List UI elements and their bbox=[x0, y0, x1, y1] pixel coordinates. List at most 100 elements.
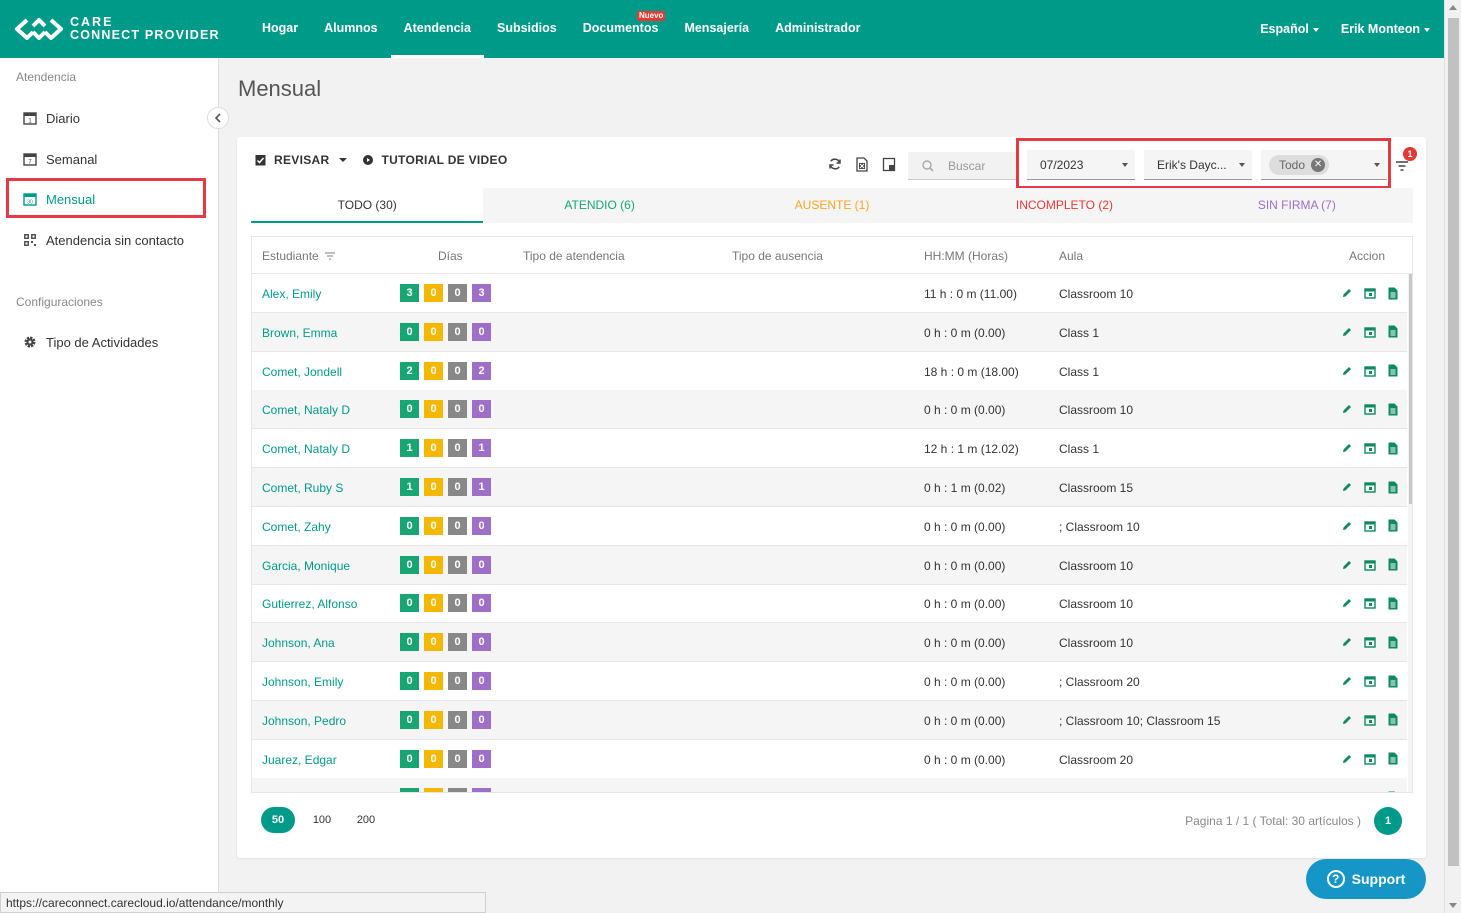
table-row: Gutierrez, Alfonso 0 0 0 0 0 h : 0 m (0.00) Cl… bbox=[252, 584, 1407, 624]
edit-icon[interactable] bbox=[1339, 324, 1355, 340]
student-name-link[interactable]: Garcia, Monique bbox=[262, 559, 350, 573]
header-student[interactable]: Estudiante bbox=[262, 249, 336, 263]
edit-icon[interactable] bbox=[1339, 518, 1355, 534]
student-name-link[interactable]: Comet, Nataly D bbox=[262, 442, 350, 456]
document-icon[interactable] bbox=[1385, 440, 1401, 456]
export-pdf-icon[interactable] bbox=[877, 155, 901, 173]
document-icon[interactable] bbox=[1385, 712, 1401, 728]
brand-logo[interactable]: CARE CONNECT PROVIDER bbox=[14, 14, 220, 44]
page-size-100[interactable]: 100 bbox=[305, 807, 339, 833]
hours-value: 0 h : 0 m (0.00) bbox=[924, 403, 1006, 418]
calendar-icon[interactable] bbox=[1362, 285, 1378, 301]
language-dropdown[interactable]: Español bbox=[1260, 22, 1319, 36]
document-icon[interactable] bbox=[1385, 557, 1401, 573]
calendar-icon[interactable] bbox=[1362, 324, 1378, 340]
edit-icon[interactable] bbox=[1339, 440, 1355, 456]
document-icon[interactable] bbox=[1385, 634, 1401, 650]
calendar-icon[interactable] bbox=[1362, 712, 1378, 728]
page-size-200[interactable]: 200 bbox=[349, 807, 383, 833]
nav-alumnos[interactable]: Alumnos bbox=[311, 0, 390, 58]
refresh-icon[interactable] bbox=[823, 155, 847, 173]
edit-icon[interactable] bbox=[1339, 673, 1355, 689]
document-icon[interactable] bbox=[1385, 751, 1401, 767]
document-icon[interactable] bbox=[1385, 479, 1401, 495]
document-icon[interactable] bbox=[1385, 401, 1401, 417]
edit-icon[interactable] bbox=[1339, 595, 1355, 611]
nav-subsidios[interactable]: Subsidios bbox=[484, 0, 570, 58]
document-icon[interactable] bbox=[1385, 285, 1401, 301]
search-input[interactable]: Buscar bbox=[908, 152, 1016, 180]
calendar-icon[interactable] bbox=[1362, 518, 1378, 534]
edit-icon[interactable] bbox=[1339, 634, 1355, 650]
calendar-icon[interactable] bbox=[1362, 673, 1378, 689]
student-name-link[interactable]: Alex, Emily bbox=[262, 287, 321, 301]
page-scrollbar[interactable] bbox=[1444, 0, 1461, 913]
sidebar-item-sin-contacto[interactable]: Atendencia sin contacto bbox=[22, 228, 184, 252]
sidebar-item-tipo-actividades[interactable]: Tipo de Actividades bbox=[22, 330, 158, 354]
student-name-link[interactable]: Johnson, Ana bbox=[262, 636, 335, 650]
scrollbar-thumb[interactable] bbox=[1409, 274, 1412, 504]
edit-icon[interactable] bbox=[1339, 751, 1355, 767]
nav-documentos[interactable]: Documentos Nuevo bbox=[570, 0, 672, 58]
video-tutorial-button[interactable]: TUTORIAL DE VIDEO bbox=[363, 153, 507, 167]
student-name-link[interactable]: Comet, Nataly D bbox=[262, 403, 350, 417]
edit-icon[interactable] bbox=[1339, 401, 1355, 417]
day-count-badge: 0 bbox=[400, 322, 419, 341]
tab-todo[interactable]: TODO (30) bbox=[251, 188, 484, 223]
sidebar-collapse-button[interactable] bbox=[207, 107, 229, 129]
calendar-icon[interactable] bbox=[1362, 440, 1378, 456]
user-dropdown[interactable]: Erik Monteon bbox=[1341, 22, 1430, 36]
nav-mensajeria[interactable]: Mensajería bbox=[671, 0, 762, 58]
edit-icon[interactable] bbox=[1339, 363, 1355, 379]
scrollbar-thumb[interactable] bbox=[1448, 18, 1459, 866]
review-dropdown-button[interactable]: REVISAR bbox=[255, 153, 348, 167]
day-count-badge: 0 bbox=[448, 478, 467, 496]
student-name-link[interactable]: Comet, Jondell bbox=[262, 365, 342, 379]
calendar-icon[interactable] bbox=[1362, 634, 1378, 650]
page-size-50[interactable]: 50 bbox=[261, 807, 295, 833]
calendar-icon[interactable] bbox=[1362, 401, 1378, 417]
edit-icon[interactable] bbox=[1339, 557, 1355, 573]
tab-incompleto[interactable]: INCOMPLETO (2) bbox=[948, 188, 1180, 223]
calendar-icon[interactable] bbox=[1362, 479, 1378, 495]
scroll-up-icon[interactable] bbox=[1449, 5, 1457, 10]
document-icon[interactable] bbox=[1385, 673, 1401, 689]
student-name-link[interactable]: Comet, Ruby S bbox=[262, 481, 343, 495]
edit-icon[interactable] bbox=[1339, 285, 1355, 301]
tab-ausente[interactable]: AUSENTE (1) bbox=[716, 188, 948, 223]
edit-icon[interactable] bbox=[1339, 479, 1355, 495]
nav-administrador[interactable]: Administrador bbox=[762, 0, 873, 58]
calendar-icon[interactable] bbox=[1362, 363, 1378, 379]
scroll-down-icon[interactable] bbox=[1449, 903, 1457, 908]
export-excel-icon[interactable] bbox=[850, 155, 874, 173]
calendar-icon[interactable] bbox=[1362, 595, 1378, 611]
gear-icon bbox=[22, 334, 38, 350]
student-name-link[interactable]: Johnson, Pedro bbox=[262, 714, 346, 728]
student-name-link[interactable]: Lopez, Sandra bbox=[262, 791, 340, 792]
tab-sin-firma[interactable]: SIN FIRMA (7) bbox=[1181, 188, 1413, 223]
calendar-icon[interactable] bbox=[1362, 789, 1378, 792]
classroom-value: Classroom 10 bbox=[1059, 403, 1134, 418]
edit-icon[interactable] bbox=[1339, 712, 1355, 728]
calendar-icon[interactable] bbox=[1362, 557, 1378, 573]
student-name-link[interactable]: Johnson, Emily bbox=[262, 675, 343, 689]
sidebar-item-semanal[interactable]: 7 Semanal bbox=[22, 147, 97, 171]
nav-hogar[interactable]: Hogar bbox=[249, 0, 311, 58]
nav-atendencia[interactable]: Atendencia bbox=[390, 0, 484, 58]
document-icon[interactable] bbox=[1385, 518, 1401, 534]
calendar-icon[interactable] bbox=[1362, 751, 1378, 767]
document-icon[interactable] bbox=[1385, 324, 1401, 340]
sidebar-item-diario[interactable]: 1 Diario bbox=[22, 106, 80, 130]
document-icon[interactable] bbox=[1385, 789, 1401, 792]
table-scrollbar[interactable] bbox=[1408, 274, 1412, 792]
document-icon[interactable] bbox=[1385, 363, 1401, 379]
support-button[interactable]: ? Support bbox=[1306, 859, 1426, 899]
student-name-link[interactable]: Brown, Emma bbox=[262, 326, 337, 340]
student-name-link[interactable]: Comet, Zahy bbox=[262, 520, 331, 534]
page-button[interactable]: 1 bbox=[1374, 807, 1402, 835]
document-icon[interactable] bbox=[1385, 595, 1401, 611]
student-name-link[interactable]: Gutierrez, Alfonso bbox=[262, 597, 357, 611]
student-name-link[interactable]: Juarez, Edgar bbox=[262, 753, 337, 767]
edit-icon[interactable] bbox=[1339, 789, 1355, 792]
tab-atendio[interactable]: ATENDIO (6) bbox=[483, 188, 715, 223]
